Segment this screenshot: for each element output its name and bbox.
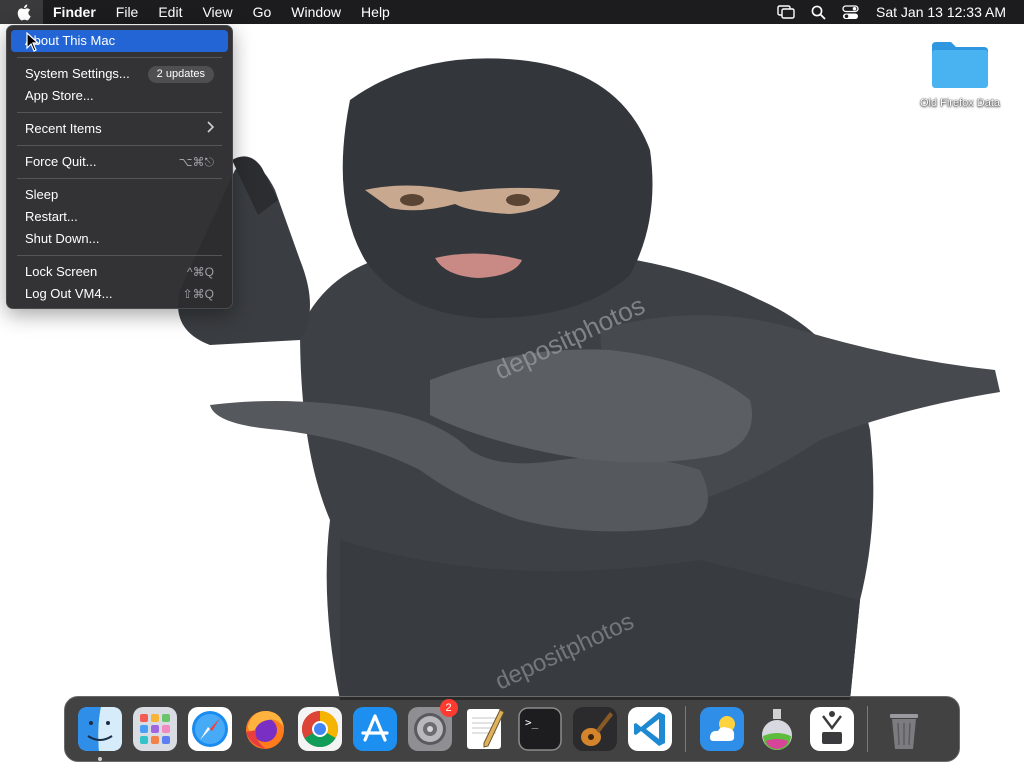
dock-trash[interactable] xyxy=(880,705,928,753)
log-out-shortcut: ⇧⌘Q xyxy=(182,287,214,301)
mouse-cursor-icon xyxy=(26,31,40,57)
chevron-right-icon xyxy=(206,118,215,140)
desktop-folder-old-firefox-data[interactable]: Old Firefox Data xyxy=(904,38,1016,109)
dock-separator xyxy=(867,706,868,752)
system-info-icon xyxy=(809,707,854,751)
dock-separator xyxy=(685,706,686,752)
menu-separator xyxy=(17,57,222,58)
menu-item-lock-screen[interactable]: Lock Screen ^⌘Q xyxy=(11,261,228,283)
dock-firefox[interactable] xyxy=(241,705,289,753)
apple-menu-dropdown: About This Mac System Settings... 2 upda… xyxy=(6,25,233,309)
menu-item-recent-items[interactable]: Recent Items xyxy=(11,118,228,140)
running-indicator xyxy=(97,757,102,761)
menu-file[interactable]: File xyxy=(106,0,149,24)
menu-view[interactable]: View xyxy=(192,0,242,24)
vscode-icon xyxy=(627,707,672,751)
dock-finder[interactable] xyxy=(76,705,124,761)
menu-item-about-this-mac[interactable]: About This Mac xyxy=(11,30,228,52)
trash-icon xyxy=(889,714,918,749)
menu-separator xyxy=(17,112,222,113)
menu-item-system-settings[interactable]: System Settings... 2 updates xyxy=(11,63,228,85)
dock-garageband[interactable] xyxy=(571,705,619,753)
spotlight-search-icon[interactable] xyxy=(802,0,834,24)
textedit-icon xyxy=(466,709,505,749)
dock-app-store[interactable] xyxy=(351,705,399,753)
app-store-icon xyxy=(352,707,397,751)
menu-separator xyxy=(17,255,222,256)
dock-automator[interactable] xyxy=(753,705,801,753)
dock-safari[interactable] xyxy=(186,705,234,753)
dock-system-information[interactable] xyxy=(808,705,856,753)
notification-badge: 2 xyxy=(439,699,458,717)
potion-icon xyxy=(761,709,792,750)
menu-item-label: Sleep xyxy=(25,187,59,202)
menu-item-label: System Settings... xyxy=(25,66,130,81)
terminal-prompt: >_ xyxy=(525,716,539,729)
safari-icon xyxy=(187,707,232,751)
dock: 2 >_ xyxy=(64,696,960,762)
force-quit-shortcut: ⌥⌘⎋ xyxy=(178,155,214,169)
menu-item-label: Force Quit... xyxy=(25,154,97,169)
control-center-icon[interactable] xyxy=(834,0,866,24)
menu-item-log-out[interactable]: Log Out VM4... ⇧⌘Q xyxy=(11,283,228,305)
menu-item-sleep[interactable]: Sleep xyxy=(11,184,228,206)
dock-system-settings[interactable]: 2 xyxy=(406,699,458,753)
menu-item-label: Log Out VM4... xyxy=(25,286,113,301)
menu-item-label: Restart... xyxy=(25,209,78,224)
menu-item-label: Lock Screen xyxy=(25,264,98,279)
screen-mirroring-icon[interactable] xyxy=(770,0,802,24)
folder-label: Old Firefox Data xyxy=(919,97,1001,109)
menu-clock[interactable]: Sat Jan 13 12:33 AM xyxy=(866,0,1024,24)
menu-item-label: Recent Items xyxy=(25,121,102,136)
menu-separator xyxy=(17,145,222,146)
dock-textedit[interactable] xyxy=(461,705,509,753)
menu-window[interactable]: Window xyxy=(281,0,351,24)
dock-vscode[interactable] xyxy=(626,705,674,753)
menu-item-restart[interactable]: Restart... xyxy=(11,206,228,228)
menu-item-shut-down[interactable]: Shut Down... xyxy=(11,228,228,250)
menu-item-label: Shut Down... xyxy=(25,231,100,246)
menu-separator xyxy=(17,178,222,179)
menu-item-force-quit[interactable]: Force Quit... ⌥⌘⎋ xyxy=(11,151,228,173)
menu-go[interactable]: Go xyxy=(243,0,282,24)
dock-terminal[interactable]: >_ xyxy=(516,705,564,753)
lock-screen-shortcut: ^⌘Q xyxy=(187,265,214,279)
weather-icon xyxy=(699,707,744,751)
terminal-icon: >_ xyxy=(517,707,562,751)
dock-launchpad[interactable] xyxy=(131,705,179,753)
menu-item-label: App Store... xyxy=(25,88,94,103)
updates-badge: 2 updates xyxy=(147,65,214,83)
menu-item-app-store[interactable]: App Store... xyxy=(11,85,228,107)
chrome-icon xyxy=(297,707,342,751)
menu-app-name[interactable]: Finder xyxy=(43,0,106,24)
folder-icon xyxy=(932,42,988,88)
menu-help[interactable]: Help xyxy=(351,0,400,24)
firefox-icon xyxy=(245,710,284,749)
dock-weather[interactable] xyxy=(698,705,746,753)
menu-edit[interactable]: Edit xyxy=(148,0,192,24)
launchpad-icon xyxy=(132,707,177,751)
dock-chrome[interactable] xyxy=(296,705,344,753)
apple-menu-icon[interactable] xyxy=(0,0,43,24)
menu-bar: Finder File Edit View Go Window Help Sat… xyxy=(0,0,1024,24)
finder-icon xyxy=(77,707,122,751)
garageband-icon xyxy=(572,707,617,751)
